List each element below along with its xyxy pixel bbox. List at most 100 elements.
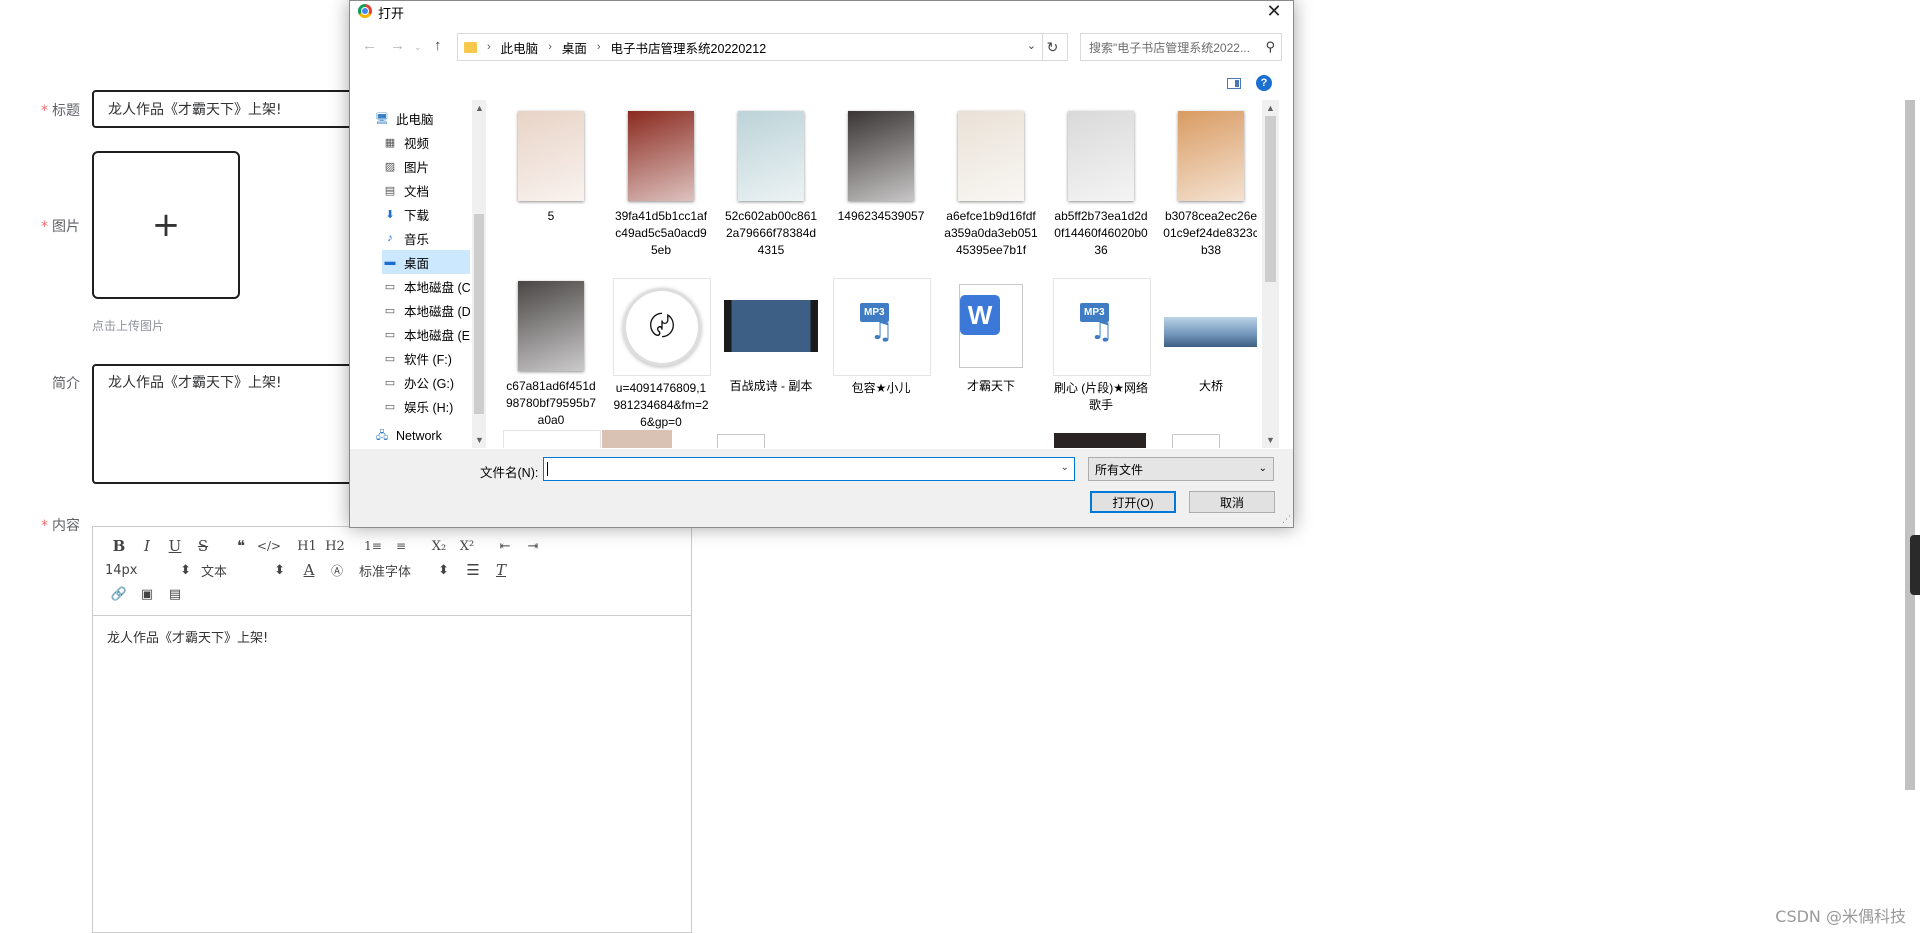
subscript-button[interactable]: X₂ xyxy=(425,535,453,557)
link-icon[interactable]: 🔗 xyxy=(105,583,133,605)
underline-button[interactable]: U xyxy=(161,535,189,557)
nav-item-label: 本地磁盘 (E: xyxy=(404,328,470,343)
nav-item-11[interactable]: ▭ 办公 (G:) xyxy=(382,370,470,394)
file-partial[interactable] xyxy=(1172,434,1220,448)
image-label: * 图片 xyxy=(41,219,80,235)
ordered-list-button[interactable]: 1≡ xyxy=(359,535,387,557)
file-partial[interactable] xyxy=(1054,433,1146,448)
file-partial[interactable] xyxy=(503,430,601,448)
breadcrumb-desktop[interactable]: 桌面 xyxy=(562,38,587,57)
open-button[interactable]: 打开(O) xyxy=(1090,491,1176,513)
nav-scroll-thumb[interactable] xyxy=(474,214,484,414)
superscript-button[interactable]: X² xyxy=(453,535,481,557)
image-uploader[interactable]: + xyxy=(92,151,240,299)
resize-grip-icon[interactable]: ⋰ xyxy=(1282,514,1291,525)
file-item[interactable]: 1496234539057 xyxy=(833,108,929,225)
file-item[interactable]: ab5ff2b73ea1d2d0f14460f46020b036 xyxy=(1053,108,1149,259)
italic-button[interactable]: I xyxy=(133,535,161,557)
watermark: CSDN @米偶科技 xyxy=(1775,907,1906,926)
file-item[interactable]: MP3 ♫ 刷心 (片段)★网络歌手 xyxy=(1053,278,1151,414)
page-scrollbar[interactable] xyxy=(1905,100,1915,790)
font-color-icon[interactable]: A xyxy=(295,559,323,581)
file-item[interactable]: 百战成诗 - 副本 xyxy=(723,278,819,395)
blockquote-button[interactable]: ❝ xyxy=(227,535,255,557)
file-item[interactable]: W 才霸天下 xyxy=(943,278,1039,395)
preview-pane-icon[interactable] xyxy=(1227,78,1241,89)
side-handle[interactable] xyxy=(1910,535,1920,595)
font-size-select[interactable]: 14px ⬍ xyxy=(105,559,191,581)
file-list-scrollbar[interactable]: ▲ ▼ xyxy=(1262,100,1279,448)
image-icon[interactable]: ▣ xyxy=(133,583,161,605)
address-bar[interactable]: › 此电脑 › 桌面 › 电子书店管理系统20220212 ⌄ xyxy=(457,33,1043,61)
scroll-up-icon[interactable]: ▲ xyxy=(475,103,484,113)
chevron-down-icon[interactable]: ⌄ xyxy=(1061,462,1069,473)
file-item[interactable]: 大桥 xyxy=(1163,278,1257,395)
chevron-right-icon: › xyxy=(487,41,491,53)
outdent-button[interactable]: ⇤ xyxy=(491,535,519,557)
recent-chevron-icon[interactable]: ⌄ xyxy=(414,42,422,53)
nav-item-8[interactable]: ▭ 本地磁盘 (D: xyxy=(382,298,470,322)
font-family-select[interactable]: 标准字体 ⬍ xyxy=(359,559,449,581)
breadcrumb-folder[interactable]: 电子书店管理系统20220212 xyxy=(611,38,767,57)
breadcrumb-this-pc[interactable]: 此电脑 xyxy=(501,38,539,57)
drive-icon: ▭ xyxy=(384,280,396,293)
file-name: 刷心 (片段)★网络歌手 xyxy=(1053,381,1149,412)
nav-item-5[interactable]: ♪ 音乐 xyxy=(382,226,470,250)
scroll-down-icon[interactable]: ▼ xyxy=(1266,435,1275,445)
scroll-down-icon[interactable]: ▼ xyxy=(475,435,484,445)
file-partial[interactable] xyxy=(717,434,765,448)
bridge-photo xyxy=(1164,317,1257,347)
nav-scrollbar[interactable]: ▲ ▼ xyxy=(472,100,486,448)
nav-item-3[interactable]: ▤ 文档 xyxy=(382,178,470,202)
up-arrow-icon[interactable]: ↑ xyxy=(434,37,442,54)
filename-input[interactable]: ⌄ xyxy=(543,457,1075,481)
code-block-button[interactable]: </> xyxy=(255,535,283,557)
h1-button[interactable]: H1 xyxy=(293,535,321,557)
indent-button[interactable]: ⇥ xyxy=(519,535,547,557)
file-item[interactable]: 52c602ab00c8612a79666f78384d4315 xyxy=(723,108,819,259)
file-item[interactable]: a6efce1b9d16fdfa359a0da3eb05145395ee7b1f xyxy=(943,108,1039,259)
nav-item-4[interactable]: ⬇ 下载 xyxy=(382,202,470,226)
video-icon[interactable]: ▤ xyxy=(161,583,189,605)
intro-textarea[interactable]: 龙人作品《才霸天下》上架! xyxy=(92,364,372,484)
nav-item-2[interactable]: ▨ 图片 xyxy=(382,154,470,178)
file-partial[interactable] xyxy=(602,430,672,448)
help-icon[interactable]: ? xyxy=(1256,75,1272,91)
nav-item-1[interactable]: ▦ 视频 xyxy=(382,130,470,154)
nav-item-6[interactable]: ▬ 桌面 xyxy=(382,250,470,274)
nav-item-9[interactable]: ▭ 本地磁盘 (E: xyxy=(382,322,470,346)
cancel-button[interactable]: 取消 xyxy=(1189,491,1275,513)
file-item[interactable]: MP3 ♫ 包容★小儿 xyxy=(833,278,931,397)
refresh-button[interactable]: ↻ xyxy=(1038,33,1068,61)
strike-button[interactable]: S xyxy=(189,535,217,557)
nav-item-7[interactable]: ▭ 本地磁盘 (C: xyxy=(382,274,470,298)
align-icon[interactable]: ☰ xyxy=(459,559,487,581)
nav-item-0[interactable]: 🖥 此电脑 xyxy=(374,106,470,130)
bullet-list-button[interactable]: ≡ xyxy=(387,535,415,557)
nav-item-12[interactable]: ▭ 娱乐 (H:) xyxy=(382,394,470,418)
forward-arrow-icon[interactable]: → xyxy=(390,37,405,54)
file-type-select[interactable]: 所有文件 ⌄ xyxy=(1088,457,1274,481)
file-scroll-thumb[interactable] xyxy=(1265,116,1276,282)
editor-content[interactable]: 龙人作品《才霸天下》上架! xyxy=(107,627,268,646)
bold-button[interactable]: B xyxy=(105,535,133,557)
close-button[interactable]: ✕ xyxy=(1259,1,1289,21)
nav-item-10[interactable]: ▭ 软件 (F:) xyxy=(382,346,470,370)
chevron-down-icon[interactable]: ⌄ xyxy=(1027,39,1036,52)
block-type-select[interactable]: 文本 ⬍ xyxy=(201,559,285,581)
scroll-up-icon[interactable]: ▲ xyxy=(1266,103,1275,113)
file-item[interactable]: 39fa41d5b1cc1afc49ad5c5a0acd95eb xyxy=(613,108,709,259)
clear-format-icon[interactable]: T xyxy=(487,559,515,581)
pictures-icon: ▨ xyxy=(384,160,396,173)
title-input[interactable]: 龙人作品《才霸天下》上架! xyxy=(92,90,372,128)
file-item[interactable]: b3078cea2ec26e01c9ef24de8323cb38 xyxy=(1163,108,1257,259)
file-item[interactable]: 5 xyxy=(503,108,599,225)
file-item[interactable]: 〄 u=4091476809,1981234684&fm=26&gp=0 xyxy=(613,278,711,431)
nav-item-13[interactable]: 🖧 Network xyxy=(374,424,470,448)
search-input[interactable]: 搜索"电子书店管理系统2022... ⚲ xyxy=(1080,33,1282,61)
background-color-icon[interactable]: Ⓐ xyxy=(323,559,351,581)
file-item[interactable]: c67a81ad6f451d98780bf79595b7a0a0 xyxy=(503,278,599,429)
file-thumbnail: W xyxy=(943,278,1039,374)
back-arrow-icon[interactable]: ← xyxy=(362,37,377,54)
h2-button[interactable]: H2 xyxy=(321,535,349,557)
